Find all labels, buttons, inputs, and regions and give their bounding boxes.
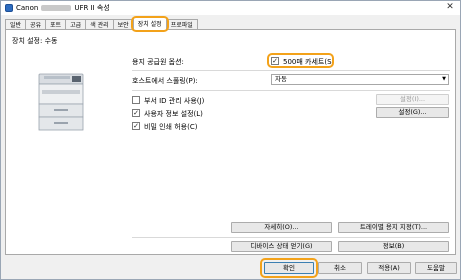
user-info-checkbox[interactable] [132,109,140,117]
title-brand: Canon [16,4,39,12]
details-button[interactable]: 자세히(O)... [231,222,332,233]
get-device-status-button[interactable]: 디바이스 상태 얻기(G) [231,241,332,252]
tray-paper-settings-button[interactable]: 트레이별 용지 지정(T)... [338,222,449,233]
window-title: Canon UFR II 속성 [16,3,110,13]
host-spooling-label: 호스트에서 스풀링(P): [132,77,198,85]
separator [132,70,450,71]
title-bar: Canon UFR II 속성 ✕ [1,1,460,15]
user-info-settings-button[interactable]: 설정(G)... [376,107,449,118]
secure-print-checkbox[interactable] [132,122,140,130]
tab-device-settings[interactable]: 장치 설정 [130,16,169,32]
info-button[interactable]: 정보(B) [338,241,449,252]
device-settings-panel: 장치 설정: 수동 용지 공급원 옵션: 500매 카세트(S) 호스트에서 스… [5,29,456,255]
tab-device-settings-label: 장치 설정 [137,21,162,28]
separator [132,90,450,91]
paper-source-highlight [267,53,334,68]
title-suffix: UFR II 속성 [74,4,110,12]
apply-button[interactable]: 적용(A) [367,262,411,274]
chevron-down-icon: ▼ [442,76,446,82]
dept-id-settings-button[interactable]: 설정(I)... [376,94,449,105]
printer-app-icon [5,4,13,12]
close-icon[interactable]: ✕ [443,2,457,13]
printer-properties-window: Canon UFR II 속성 ✕ 일반 공유 포트 고급 색 관리 보안 장치 … [0,0,461,280]
printer-illustration [38,73,84,131]
redacted-model-name [41,5,72,11]
separator [132,237,450,238]
dept-id-checkbox[interactable] [132,96,140,104]
help-button[interactable]: 도움말 [415,262,457,274]
paper-source-label: 용지 공급원 옵션: [132,58,184,66]
user-info-label: 사용자 정보 설정(L) [144,110,203,118]
dept-id-label: 부서 ID 관리 사용(J) [144,97,205,105]
host-spooling-value: 자동 [275,75,287,83]
device-settings-mode-label: 장치 설정: 수동 [12,37,58,45]
ok-button-highlight [260,258,318,278]
cancel-button[interactable]: 취소 [318,262,362,274]
secure-print-label: 비밀 인쇄 허용(C) [144,123,198,131]
host-spooling-select[interactable]: 자동 ▼ [271,74,449,85]
